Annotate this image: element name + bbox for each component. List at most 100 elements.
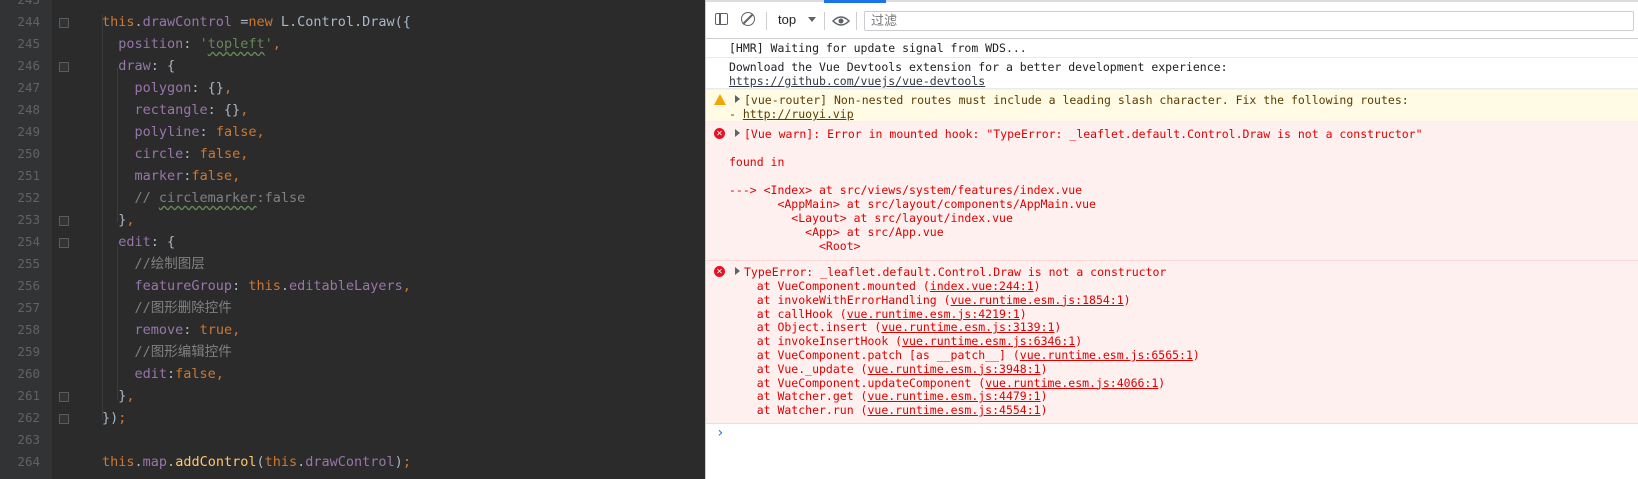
found-in-text: found in: [729, 155, 785, 169]
code-line[interactable]: //图形删除控件: [102, 297, 232, 319]
line-number: 247: [17, 80, 40, 95]
console-message-log: [HMR] Waiting for update signal from WDS…: [706, 38, 1638, 58]
stack-frame-text: at callHook (: [729, 306, 847, 321]
active-tab-indicator: [824, 0, 886, 3]
code-line[interactable]: rectangle: {},: [102, 99, 249, 121]
stack-frame-text: ): [1040, 361, 1048, 376]
code-line[interactable]: },: [102, 209, 134, 231]
context-selector[interactable]: top: [778, 12, 816, 27]
code-line[interactable]: polygon: {},: [102, 77, 233, 99]
stack-frame-text: ): [1054, 320, 1062, 335]
code-line[interactable]: edit:false,: [102, 363, 224, 385]
stack-frame-link[interactable]: vue.runtime.esm.js:1854:1: [951, 293, 1124, 307]
warning-icon: [714, 94, 726, 105]
stack-frame-link[interactable]: vue.runtime.esm.js:6346:1: [902, 334, 1075, 348]
stack-frame-text: at Watcher.run (: [729, 403, 868, 418]
stack-frame-text: at Vue._update (: [729, 361, 868, 376]
console-prompt-icon[interactable]: ›: [716, 426, 724, 440]
fold-marker-icon[interactable]: [59, 392, 69, 402]
stack-frame-link[interactable]: vue.runtime.esm.js:4219:1: [847, 307, 1020, 321]
stack-frame: at VueComponent.patch [as __patch__] (vu…: [729, 348, 1200, 362]
error-text[interactable]: TypeError: _leaflet.default.Control.Draw…: [735, 265, 1166, 279]
live-expression-eye-icon[interactable]: [831, 14, 851, 26]
filter-input[interactable]: [864, 11, 1634, 31]
stack-frame-link[interactable]: vue.runtime.esm.js:4066:1: [985, 376, 1158, 390]
code-line[interactable]: //图形编辑控件: [102, 341, 232, 363]
stack-frame-text: at invokeInsertHook (: [729, 334, 903, 349]
stack-frame: at VueComponent.updateComponent (vue.run…: [729, 375, 1166, 390]
expand-triangle-icon[interactable]: [735, 267, 740, 275]
code-line[interactable]: // circlemarker:false: [102, 187, 306, 209]
stack-frame: at Watcher.get (vue.runtime.esm.js:4479:…: [729, 389, 1048, 403]
route-dash: -: [729, 107, 743, 121]
console-input[interactable]: [730, 424, 1630, 444]
toolbar-separator: [766, 12, 767, 30]
stack-frame-text: at invokeWithErrorHandling (: [729, 292, 951, 307]
code-line[interactable]: circle: false,: [102, 143, 249, 165]
stack-frame-text: ): [1158, 375, 1166, 390]
devtools-console-panel: top [HMR] Waiting for update signal from…: [705, 0, 1638, 479]
code-line[interactable]: featureGroup: this.editableLayers,: [102, 275, 411, 297]
line-number: 250: [17, 146, 40, 161]
line-number: 256: [17, 278, 40, 293]
code-editor[interactable]: 243 244 245 246 247 248 249 250 251 252 253 254 255 2…: [0, 0, 705, 479]
expand-triangle-icon[interactable]: [735, 95, 740, 103]
fold-marker-icon[interactable]: [59, 414, 69, 424]
type-error-message: TypeError: _leaflet.default.Control.Draw…: [744, 265, 1167, 279]
chevron-down-icon: [807, 17, 816, 22]
warning-text[interactable]: [vue-router] Non-nested routes must incl…: [735, 93, 1409, 107]
error-text[interactable]: [Vue warn]: Error in mounted hook: "Type…: [735, 127, 1423, 141]
code-line[interactable]: remove: true,: [102, 319, 241, 341]
stack-frame: at Watcher.run (vue.runtime.esm.js:4554:…: [729, 403, 1048, 417]
stack-frame-text: at Watcher.get (: [729, 389, 868, 404]
fold-marker-icon[interactable]: [59, 238, 69, 248]
stack-frame: at VueComponent.mounted (index.vue:244:1…: [729, 279, 1041, 293]
code-line[interactable]: marker:false,: [102, 165, 241, 187]
code-line[interactable]: this.map.addControl(this.drawControl);: [102, 451, 411, 473]
stack-frame-link[interactable]: vue.runtime.esm.js:3139:1: [881, 320, 1054, 334]
warning-message: [vue-router] Non-nested routes must incl…: [744, 93, 1409, 107]
stack-frame: at invokeInsertHook (vue.runtime.esm.js:…: [729, 334, 1082, 348]
code-line[interactable]: this.drawControl =new L.Control.Draw({: [102, 11, 411, 33]
toolbar-separator: [856, 12, 857, 30]
error-icon: ✕: [714, 128, 725, 139]
console-message-error: ✕ [Vue warn]: Error in mounted hook: "Ty…: [706, 122, 1638, 261]
line-number: 261: [17, 388, 40, 403]
code-line[interactable]: draw: {: [102, 55, 175, 77]
console-message-warning: [vue-router] Non-nested routes must incl…: [706, 89, 1638, 122]
stack-frame-text: at VueComponent.patch [as __patch__] (: [729, 348, 1020, 362]
console-message-log: Download the Vue Devtools extension for …: [706, 58, 1638, 89]
stack-frame-text: ): [1040, 389, 1048, 404]
line-number: 251: [17, 168, 40, 183]
line-number: 254: [17, 234, 40, 249]
clear-console-icon[interactable]: [741, 12, 755, 26]
console-message-error: ✕ TypeError: _leaflet.default.Control.Dr…: [706, 261, 1638, 424]
stack-frame-link[interactable]: vue.runtime.esm.js:4479:1: [867, 389, 1040, 403]
fold-marker-icon[interactable]: [59, 216, 69, 226]
code-line[interactable]: },: [102, 385, 134, 407]
sidebar-toggle-icon[interactable]: [715, 13, 728, 25]
fold-marker-icon[interactable]: [59, 62, 69, 72]
stack-frame-text: at Object.insert (: [729, 320, 882, 335]
route-link[interactable]: http://ruoyi.vip: [743, 107, 854, 121]
stack-frame-text: ): [1192, 348, 1200, 362]
code-line[interactable]: //绘制图层: [102, 253, 205, 275]
stack-frame-text: ): [1075, 334, 1083, 349]
code-line[interactable]: polyline: false,: [102, 121, 265, 143]
stack-frame-link[interactable]: vue.runtime.esm.js:4554:1: [867, 403, 1040, 417]
component-trace-line: <Layout> at src/layout/index.vue: [729, 211, 1013, 225]
line-number: 260: [17, 366, 40, 381]
code-line[interactable]: position: 'topleft',: [102, 33, 281, 55]
expand-triangle-icon[interactable]: [735, 129, 740, 137]
stack-frame-link[interactable]: index.vue:244:1: [930, 279, 1034, 293]
vue-devtools-link[interactable]: https://github.com/vuejs/vue-devtools: [729, 74, 985, 88]
line-number: 245: [17, 36, 40, 51]
code-line[interactable]: });: [102, 407, 126, 429]
stack-frame-link[interactable]: vue.runtime.esm.js:6565:1: [1020, 348, 1193, 362]
line-number: 259: [17, 344, 40, 359]
fold-marker-icon[interactable]: [59, 18, 69, 28]
component-trace-line: <AppMain> at src/layout/components/AppMa…: [729, 197, 1096, 211]
code-line[interactable]: edit: {: [102, 231, 175, 253]
line-number: 264: [17, 454, 40, 469]
stack-frame-link[interactable]: vue.runtime.esm.js:3948:1: [867, 362, 1040, 376]
